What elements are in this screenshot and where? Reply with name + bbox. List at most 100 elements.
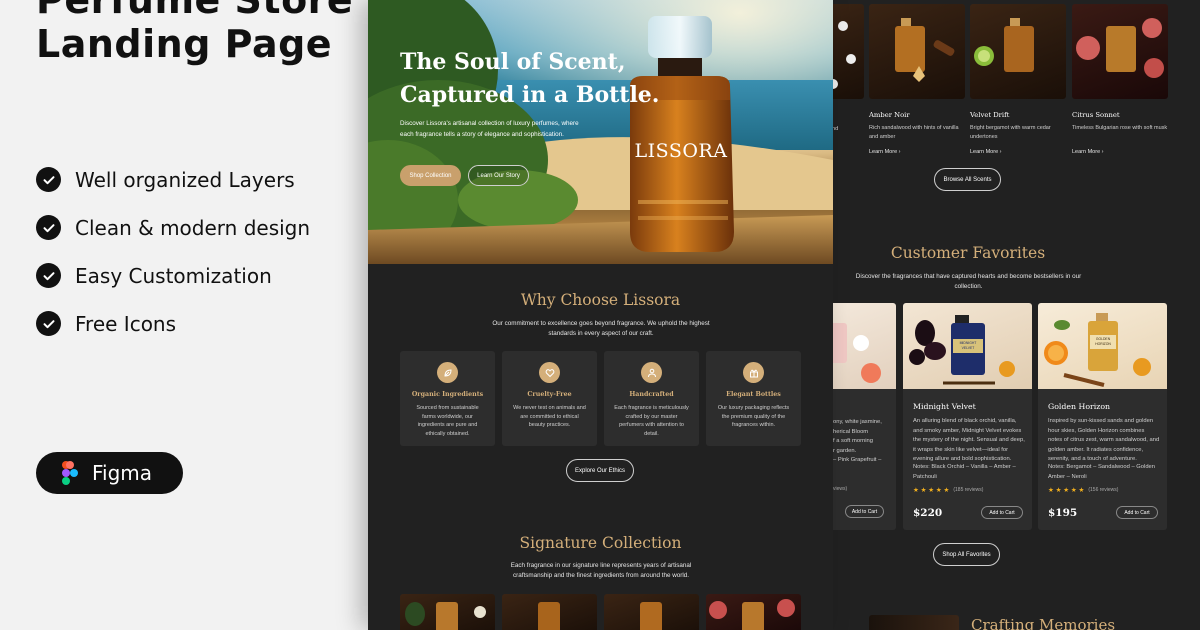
- feature-card-text: Sourced from sustainable farms worldwide…: [416, 405, 479, 437]
- signature-product-image: [604, 594, 699, 630]
- learn-more-link[interactable]: Learn More ›: [869, 149, 901, 155]
- chevron-right-icon: ›: [1101, 149, 1104, 155]
- crafting-title: Crafting Memories: [971, 616, 1116, 630]
- feature-card-organic: Organic Ingredients Sourced from sustain…: [400, 351, 495, 446]
- collection-product-image: [1072, 4, 1168, 99]
- desc-line: f a soft morning: [833, 438, 873, 444]
- collection-product-desc: Rich sandalwood with hints of vanilla an…: [869, 125, 959, 140]
- feature-card-title: Handcrafted: [629, 391, 674, 398]
- learn-our-story-button[interactable]: Learn Our Story: [468, 165, 529, 186]
- promo-panel: Perfume Store Landing Page Well organize…: [0, 0, 370, 630]
- explore-our-ethics-button[interactable]: Explore Our Ethics: [566, 459, 634, 482]
- promo-title: Perfume Store Landing Page: [36, 0, 366, 66]
- favorite-price: $195: [1048, 507, 1078, 519]
- signature-subtitle: Each fragrance in our signature line rep…: [510, 562, 692, 579]
- star-rating-icon: ★ ★ ★ ★ ★: [913, 487, 950, 494]
- favorite-bottle-label: MIDNIGHT VELVET: [959, 341, 977, 350]
- promo-title-line2: Landing Page: [36, 22, 333, 66]
- check-icon: [36, 263, 61, 288]
- add-to-cart-button[interactable]: Add to Cart: [845, 505, 884, 518]
- feature-card-cruelty-free: Cruelty-Free We never test on animals an…: [502, 351, 597, 446]
- figma-badge: Figma: [36, 452, 183, 494]
- landing-page-preview-main: LISSORA The Soul of Scent, Captured in a…: [368, 0, 833, 630]
- favorite-product-name: Golden Horizon: [1048, 402, 1111, 411]
- signature-product-image: [706, 594, 801, 630]
- check-icon: [36, 311, 61, 336]
- favorite-product-image: GOLDEN HORIZON: [1038, 303, 1167, 389]
- favorite-partial-desc: ony, white jasmine, herical Bloom f a so…: [833, 418, 893, 456]
- favorite-product-notes: Notes: Black Orchid – Vanilla – Amber – …: [913, 464, 1016, 480]
- favorite-partial-notes: – Pink Grapefruit –: [833, 457, 882, 463]
- learn-more-label: Learn More: [869, 149, 898, 155]
- chevron-right-icon: ›: [999, 149, 1002, 155]
- favorite-card-golden-horizon: GOLDEN HORIZON Golden Horizon Inspired b…: [1038, 303, 1167, 530]
- collection-product-image: [970, 4, 1066, 99]
- collection-product-name: Velvet Drift: [970, 111, 1010, 119]
- gift-icon: [743, 362, 764, 383]
- bottle-label: LISSORA: [634, 140, 728, 162]
- browse-all-scents-button[interactable]: Browse All Scents: [934, 168, 1001, 191]
- canvas: Perfume Store Landing Page Well organize…: [0, 0, 1200, 630]
- feature-label: Well organized Layers: [75, 167, 295, 192]
- feature-item: Well organized Layers: [36, 167, 295, 192]
- favorite-partial-reviews: views): [833, 486, 848, 492]
- signature-title: Signature Collection: [519, 534, 682, 552]
- check-icon: [36, 167, 61, 192]
- favorite-price: $220: [913, 507, 943, 519]
- collection-partial-desc: and: [833, 126, 839, 132]
- favorite-card-midnight-velvet: MIDNIGHT VELVET Midnight Velvet An allur…: [903, 303, 1032, 530]
- favorite-product-desc: An alluring blend of black orchid, vanil…: [913, 418, 1025, 462]
- hand-icon: [641, 362, 662, 383]
- heart-icon: [539, 362, 560, 383]
- why-subtitle: Our commitment to excellence goes beyond…: [492, 320, 710, 337]
- desc-line: ony, white jasmine,: [833, 419, 882, 425]
- hero-description: Discover Lissora's artisanal collection …: [400, 120, 579, 138]
- feature-card-elegant-bottles: Elegant Bottles Our luxury packaging ref…: [706, 351, 801, 446]
- feature-item: Free Icons: [36, 311, 176, 336]
- leaf-icon: [437, 362, 458, 383]
- desc-line: r garden.: [833, 447, 857, 454]
- favorite-product-notes: Notes: Bergamot – Sandalwood – Golden Am…: [1048, 464, 1155, 480]
- hero-headline-line2: Captured in a Bottle.: [400, 82, 660, 108]
- favorites-subtitle: Discover the fragrances that have captur…: [855, 273, 1082, 290]
- review-count: (185 reviews): [953, 487, 984, 493]
- learn-more-link[interactable]: Learn More ›: [970, 149, 1002, 155]
- add-to-cart-button[interactable]: Add to Cart: [981, 506, 1023, 519]
- chevron-right-icon: ›: [898, 149, 901, 155]
- feature-card-text: Each fragrance is meticulously crafted b…: [614, 405, 689, 437]
- collection-product-desc: Timeless Bulgarian rose with soft musk: [1072, 125, 1168, 131]
- shop-collection-button[interactable]: Shop Collection: [400, 165, 461, 186]
- favorite-product-desc: Inspired by sun-kissed sands and golden …: [1048, 418, 1160, 462]
- feature-item: Clean & modern design: [36, 215, 310, 240]
- feature-card-title: Cruelty-Free: [527, 391, 572, 398]
- why-title: Why Choose Lissora: [520, 291, 681, 309]
- collection-product-name: Citrus Sonnet: [1072, 111, 1120, 119]
- hero-headline-line1: The Soul of Scent,: [400, 49, 626, 75]
- feature-card-text: Our luxury packaging reflects the premiu…: [717, 405, 790, 428]
- add-to-cart-button[interactable]: Add to Cart: [1116, 506, 1158, 519]
- crafting-image: [869, 615, 959, 630]
- favorite-bottle-label: GOLDEN HORIZON: [1095, 337, 1111, 346]
- feature-label: Clean & modern design: [75, 215, 311, 240]
- collection-product-name: Amber Noir: [869, 111, 910, 119]
- figma-label: Figma: [92, 461, 153, 485]
- feature-label: Easy Customization: [75, 263, 272, 288]
- check-icon: [36, 215, 61, 240]
- figma-icon: [62, 461, 78, 485]
- collection-product-image: [833, 4, 864, 99]
- rating: ★ ★ ★ ★ ★ (156 reviews): [1048, 486, 1118, 494]
- feature-label: Free Icons: [75, 311, 177, 336]
- promo-title-line1: Perfume Store: [36, 0, 354, 22]
- feature-card-title: Elegant Bottles: [726, 391, 781, 398]
- rating: ★ ★ ★ ★ ★ (185 reviews): [913, 486, 983, 494]
- signature-product-image: [400, 594, 495, 630]
- desc-line: herical Bloom: [833, 428, 869, 435]
- hero-headline: The Soul of Scent, Captured in a Bottle.: [400, 46, 659, 112]
- collection-product-image: [869, 4, 965, 99]
- learn-more-link[interactable]: Learn More ›: [1072, 149, 1104, 155]
- favorites-title: Customer Favorites: [890, 244, 1046, 262]
- collection-product-desc: Bright bergamot with warm cedar underton…: [970, 125, 1051, 140]
- favorite-product-image: MIDNIGHT VELVET: [903, 303, 1032, 389]
- review-count: (156 reviews): [1088, 487, 1119, 493]
- shop-all-favorites-button[interactable]: Shop All Favorites: [933, 543, 1000, 566]
